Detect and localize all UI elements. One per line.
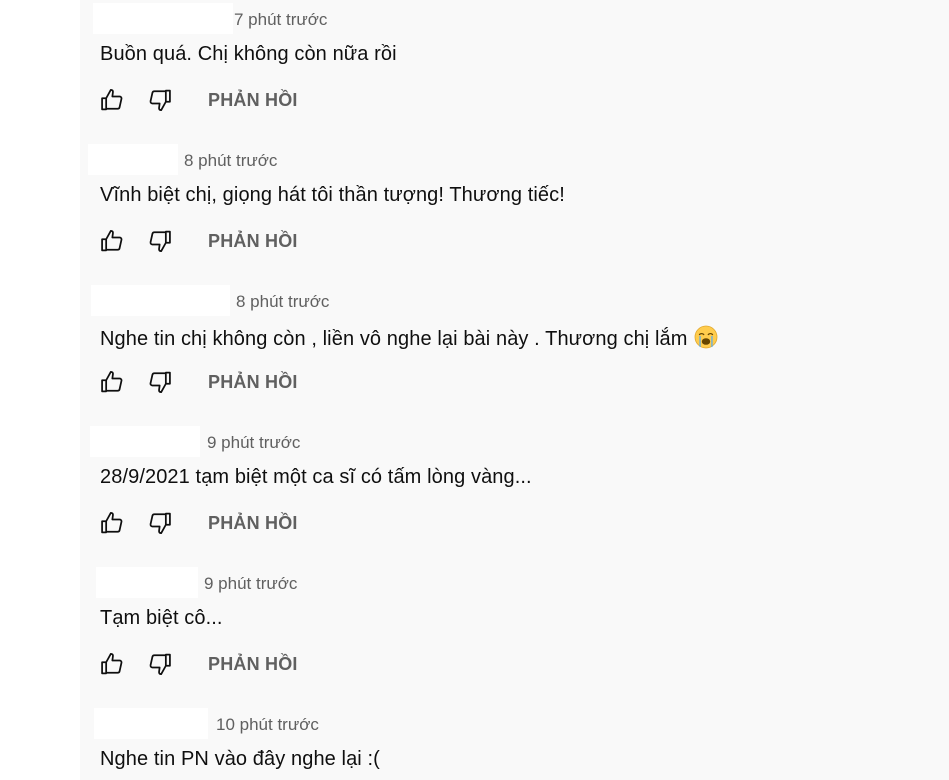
comment-thread: 9 phút trước Tạm biệt cô... PHẢN HỒI xyxy=(80,564,949,705)
comment-timestamp[interactable]: 9 phút trước xyxy=(204,574,297,594)
comment-timestamp[interactable]: 9 phút trước xyxy=(207,433,300,453)
comment-text: Nghe tin PN vào đây nghe lại :( xyxy=(100,748,380,770)
thumbs-up-icon[interactable] xyxy=(98,509,126,537)
comment-timestamp[interactable]: 8 phút trước xyxy=(236,292,329,312)
author-name-redacted xyxy=(91,285,230,316)
thumbs-down-icon[interactable] xyxy=(146,227,174,255)
thumbs-down-icon[interactable] xyxy=(146,650,174,678)
comment-thread: 9 phút trước 28/9/2021 tạm biệt một ca s… xyxy=(80,423,949,564)
comment-thread: 10 phút trước Nghe tin PN vào đây nghe l… xyxy=(80,705,949,780)
comment-thread: 8 phút trước Nghe tin chị không còn , li… xyxy=(80,282,949,423)
reply-button[interactable]: PHẢN HỒI xyxy=(208,372,298,393)
reply-button[interactable]: PHẢN HỒI xyxy=(208,231,298,252)
thumbs-down-icon[interactable] xyxy=(146,509,174,537)
thumbs-up-icon[interactable] xyxy=(98,368,126,396)
thumbs-down-icon[interactable] xyxy=(146,86,174,114)
author-name-redacted xyxy=(90,426,200,457)
comment-thread: 7 phút trước Buồn quá. Chị không còn nữa… xyxy=(80,0,949,141)
author-name-redacted xyxy=(94,708,208,739)
author-name-redacted xyxy=(93,3,233,34)
reply-button[interactable]: PHẢN HỒI xyxy=(208,654,298,675)
comment-text: Vĩnh biệt chị, giọng hát tôi thần tượng!… xyxy=(100,184,565,206)
comment-text: Buồn quá. Chị không còn nữa rồi xyxy=(100,43,397,65)
thumbs-up-icon[interactable] xyxy=(98,227,126,255)
thumbs-up-icon[interactable] xyxy=(98,650,126,678)
comment-thread: 8 phút trước Vĩnh biệt chị, giọng hát tô… xyxy=(80,141,949,282)
reply-button[interactable]: PHẢN HỒI xyxy=(208,513,298,534)
author-name-redacted xyxy=(96,567,198,598)
author-name-redacted xyxy=(88,144,178,175)
comment-text: 28/9/2021 tạm biệt một ca sĩ có tấm lòng… xyxy=(100,466,532,488)
thumbs-down-icon[interactable] xyxy=(146,368,174,396)
comment-timestamp[interactable]: 10 phút trước xyxy=(216,715,319,735)
comment-text: Tạm biệt cô... xyxy=(100,607,223,629)
comment-timestamp[interactable]: 8 phút trước xyxy=(184,151,277,171)
comment-timestamp[interactable]: 7 phút trước xyxy=(234,10,327,30)
reply-button[interactable]: PHẢN HỒI xyxy=(208,90,298,111)
thumbs-up-icon[interactable] xyxy=(98,86,126,114)
crying-face-emoji xyxy=(694,325,718,355)
comment-text: Nghe tin chị không còn , liền vô nghe lạ… xyxy=(100,325,718,355)
